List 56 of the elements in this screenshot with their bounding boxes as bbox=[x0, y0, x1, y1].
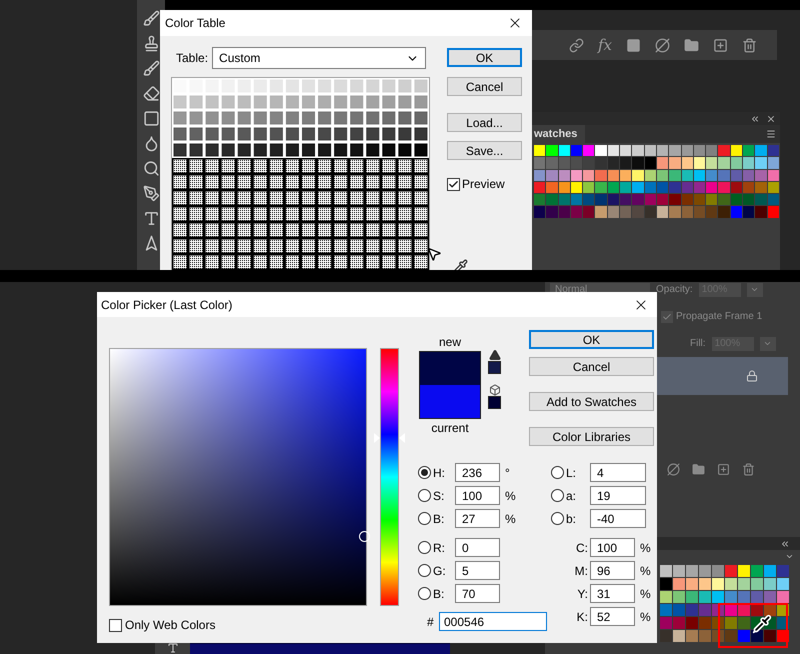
dialog-button[interactable]: OK bbox=[447, 48, 522, 67]
hex-field[interactable]: 000546 bbox=[439, 612, 547, 631]
field-label: B: bbox=[432, 510, 446, 528]
dialog-button[interactable]: Color Libraries bbox=[529, 427, 654, 446]
dialog-button[interactable]: Cancel bbox=[447, 77, 522, 96]
value-field[interactable]: -40 bbox=[590, 509, 646, 528]
field-label: R: bbox=[432, 540, 446, 556]
value-field[interactable]: 0 bbox=[455, 538, 500, 557]
hex-label: # bbox=[427, 614, 435, 630]
value-field[interactable]: 52 bbox=[590, 607, 635, 626]
fx-label[interactable]: fx bbox=[598, 34, 612, 56]
value-field[interactable]: 4 bbox=[590, 463, 646, 482]
value-field[interactable]: 236 bbox=[455, 463, 500, 482]
value-field[interactable]: 19 bbox=[590, 486, 646, 505]
value-field[interactable]: 100 bbox=[455, 486, 500, 505]
checkbox-label: Only Web Colors bbox=[125, 617, 216, 634]
opacity-label: Opacity: bbox=[656, 283, 693, 297]
field-label: S: bbox=[432, 488, 446, 504]
panel-tab[interactable]: watches bbox=[532, 125, 586, 143]
unit-label: % bbox=[640, 540, 651, 556]
value-field[interactable]: 27 bbox=[455, 509, 500, 528]
dialog-button[interactable]: Add to Swatches bbox=[529, 392, 654, 411]
current-label: current bbox=[431, 421, 469, 435]
field-label: b: bbox=[565, 510, 578, 528]
value-field[interactable]: 31 bbox=[590, 584, 635, 603]
table-label: Table: bbox=[176, 50, 208, 67]
field-label: M: bbox=[574, 562, 589, 580]
field-label: Y: bbox=[576, 586, 589, 602]
unit-label: % bbox=[640, 562, 651, 580]
unit-label: ° bbox=[505, 464, 510, 482]
dialog-button[interactable]: OK bbox=[529, 330, 654, 349]
value-field[interactable]: 100 bbox=[590, 538, 635, 557]
field-label: a: bbox=[565, 488, 578, 504]
table-select[interactable]: Custom bbox=[212, 47, 426, 69]
dialog-button[interactable]: Load... bbox=[447, 113, 522, 132]
unit-label: % bbox=[640, 586, 651, 602]
dialog-title: Color Table bbox=[165, 15, 226, 32]
field-label: G: bbox=[432, 562, 447, 580]
dialog-button[interactable]: Cancel bbox=[529, 357, 654, 376]
dialog-title: Color Picker (Last Color) bbox=[101, 296, 232, 314]
field-label: L: bbox=[565, 464, 578, 482]
value-field[interactable]: 96 bbox=[590, 561, 635, 580]
fill-label: Fill: bbox=[690, 337, 706, 351]
value-field[interactable]: 5 bbox=[455, 561, 500, 580]
preview-label: Preview bbox=[462, 176, 505, 193]
field-label: K: bbox=[576, 608, 589, 626]
unit-label: % bbox=[505, 488, 516, 504]
dialog-button[interactable]: Save... bbox=[447, 141, 522, 160]
field-label: H: bbox=[432, 464, 446, 482]
field-label: C: bbox=[575, 540, 589, 556]
unit-label: % bbox=[505, 510, 516, 528]
unit-label: % bbox=[640, 608, 651, 626]
field-label: B: bbox=[432, 586, 446, 602]
checkbox-label: Propagate Frame 1 bbox=[676, 310, 762, 324]
value-field[interactable]: 70 bbox=[455, 584, 500, 603]
new-label: new bbox=[438, 335, 461, 349]
